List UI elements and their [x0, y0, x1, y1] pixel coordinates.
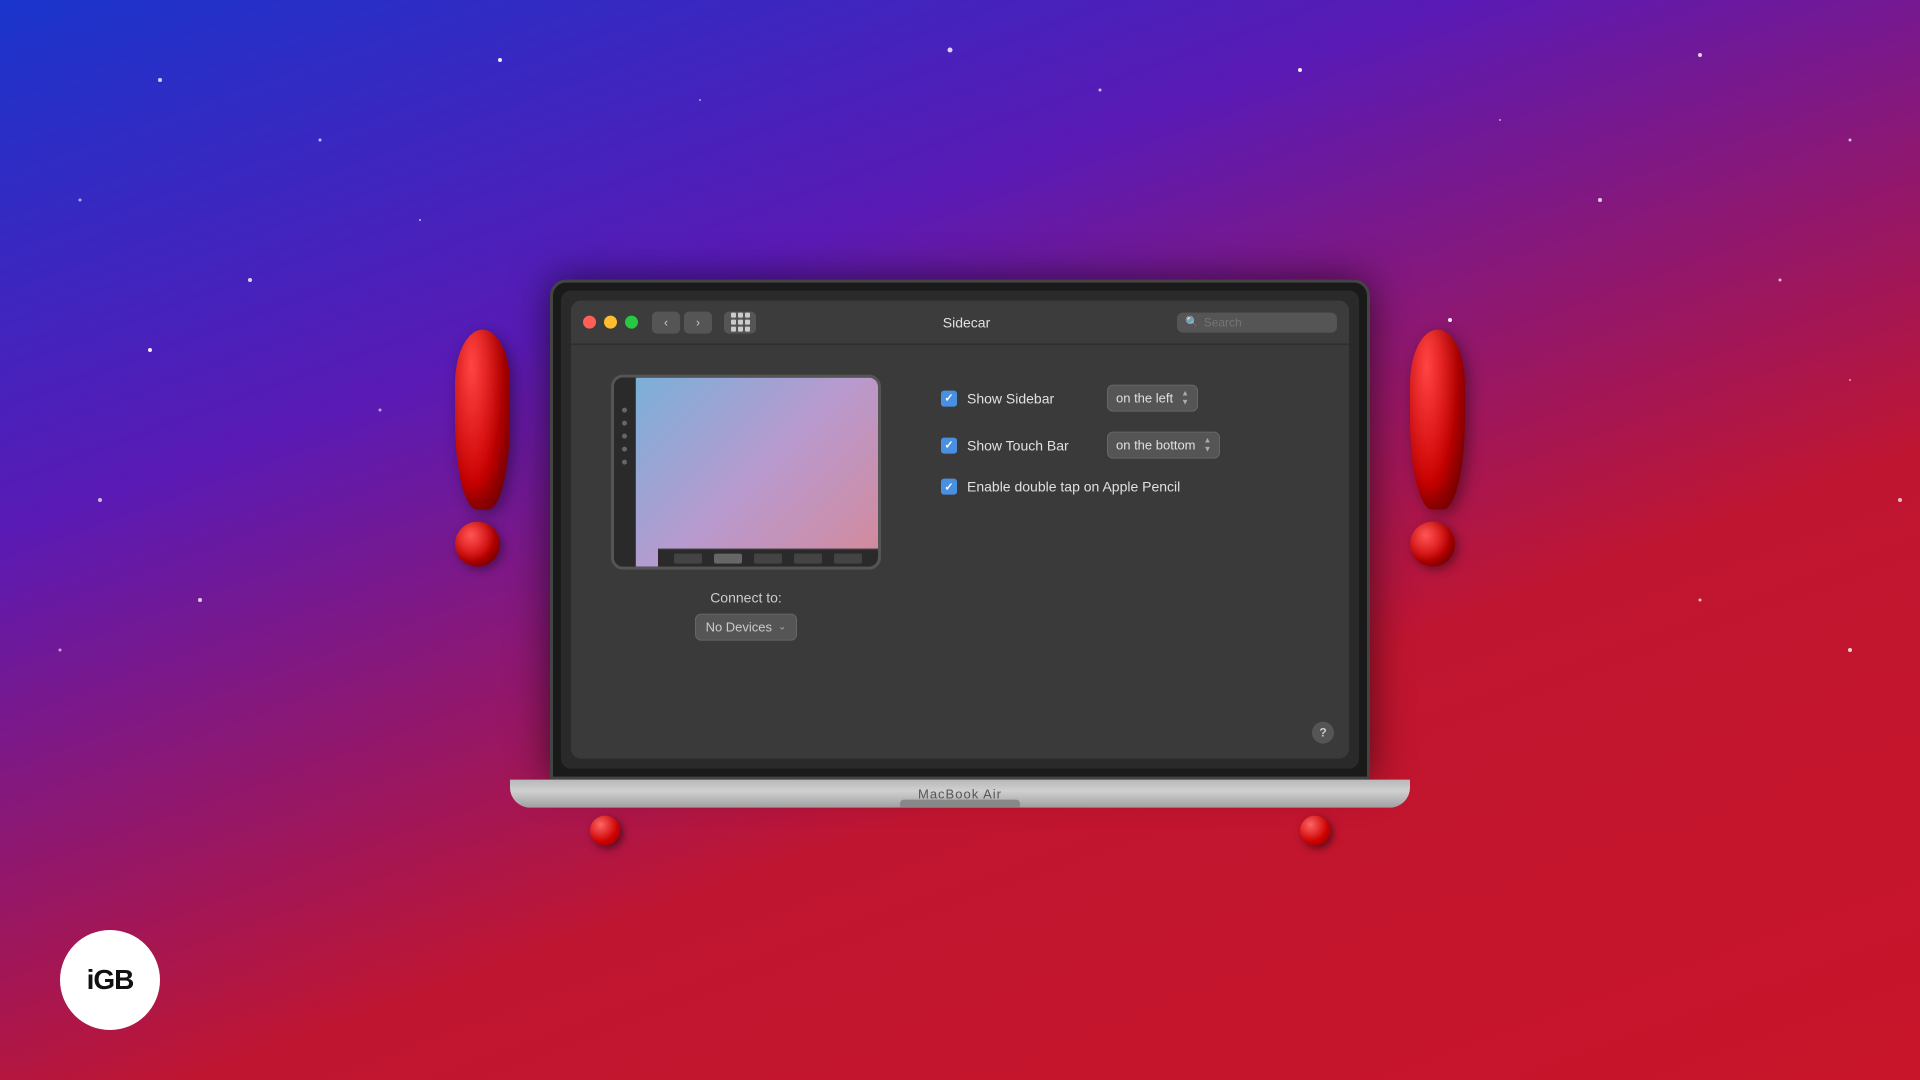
- dropdown-arrow-icon: ⌄: [778, 622, 786, 633]
- show-touchbar-label: Show Touch Bar: [967, 437, 1097, 453]
- sidebar-stepper: ▲ ▼: [1181, 390, 1189, 407]
- ipad-screen: [636, 378, 878, 567]
- show-sidebar-label: Show Sidebar: [967, 390, 1097, 406]
- search-input[interactable]: [1204, 315, 1329, 329]
- sidebar-position-select[interactable]: on the left ▲ ▼: [1107, 385, 1198, 412]
- ipad-frame: [611, 375, 881, 570]
- sidebar-position-value: on the left: [1116, 391, 1173, 406]
- red-ball-right: [1300, 816, 1330, 846]
- exclamation-left: [455, 330, 510, 572]
- checkmark-icon: ✓: [944, 392, 953, 405]
- checkmark-icon: ✓: [944, 439, 953, 452]
- stepper-up-icon: ▲: [1204, 437, 1212, 445]
- stepper-down-icon: ▼: [1181, 399, 1189, 407]
- search-icon: 🔍: [1185, 316, 1199, 329]
- forward-button[interactable]: ›: [684, 311, 712, 333]
- bottom-balls: [510, 816, 1410, 846]
- macbook-base: MacBook Air: [510, 780, 1410, 808]
- macbook-screen-inner: ‹ ›: [561, 291, 1359, 769]
- touchbar-position-select[interactable]: on the bottom ▲ ▼: [1107, 432, 1220, 459]
- apple-pencil-label: Enable double tap on Apple Pencil: [967, 479, 1180, 495]
- igb-text: iGB: [87, 964, 134, 996]
- touchbar-stepper: ▲ ▼: [1204, 437, 1212, 454]
- show-sidebar-row: ✓ Show Sidebar on the left ▲ ▼: [941, 385, 1220, 412]
- touch-bar-item: [754, 553, 782, 563]
- maximize-button[interactable]: [625, 316, 638, 329]
- show-sidebar-checkbox[interactable]: ✓: [941, 390, 957, 406]
- back-button[interactable]: ‹: [652, 311, 680, 333]
- sidecar-window: ‹ ›: [571, 301, 1349, 759]
- help-button[interactable]: ?: [1312, 722, 1334, 744]
- titlebar: ‹ ›: [571, 301, 1349, 345]
- stepper-up-icon: ▲: [1181, 390, 1189, 398]
- igb-logo: iGB: [60, 930, 160, 1030]
- content-area: Connect to: No Devices ⌄ ✓: [571, 345, 1349, 759]
- connect-label: Connect to:: [695, 590, 798, 606]
- show-touchbar-row: ✓ Show Touch Bar on the bottom ▲ ▼: [941, 432, 1220, 459]
- touch-bar-item: [714, 553, 742, 563]
- sidebar-dot: [622, 408, 627, 413]
- search-bar[interactable]: 🔍: [1177, 312, 1337, 332]
- macbook-screen: ‹ ›: [550, 280, 1370, 780]
- ipad-preview-section: Connect to: No Devices ⌄: [611, 375, 881, 729]
- touchbar-position-value: on the bottom: [1116, 438, 1196, 453]
- touch-bar-item: [834, 553, 862, 563]
- settings-panel: ✓ Show Sidebar on the left ▲ ▼: [941, 375, 1220, 729]
- touch-bar-item: [674, 553, 702, 563]
- sidebar-dot: [622, 421, 627, 426]
- no-devices-dropdown[interactable]: No Devices ⌄: [695, 614, 798, 641]
- grid-icon: [731, 313, 750, 332]
- touch-bar-item: [794, 553, 822, 563]
- minimize-button[interactable]: [604, 316, 617, 329]
- apple-pencil-checkbox[interactable]: ✓: [941, 479, 957, 495]
- sidebar-dot: [622, 447, 627, 452]
- red-ball-left: [590, 816, 620, 846]
- grid-button[interactable]: [724, 311, 756, 333]
- macbook-notch: [900, 800, 1020, 808]
- ipad-sidebar: [614, 378, 636, 567]
- window-title: Sidecar: [764, 314, 1169, 330]
- sidebar-dot: [622, 434, 627, 439]
- nav-buttons: ‹ ›: [652, 311, 712, 333]
- connect-section: Connect to: No Devices ⌄: [695, 590, 798, 641]
- exclamation-right: [1410, 330, 1465, 572]
- close-button[interactable]: [583, 316, 596, 329]
- stepper-down-icon: ▼: [1204, 446, 1212, 454]
- checkmark-icon: ✓: [944, 480, 953, 493]
- no-devices-text: No Devices: [706, 620, 772, 635]
- apple-pencil-row: ✓ Enable double tap on Apple Pencil: [941, 479, 1220, 495]
- ipad-touch-bar: [658, 549, 878, 567]
- macbook-wrapper: ‹ ›: [510, 280, 1410, 846]
- show-touchbar-checkbox[interactable]: ✓: [941, 437, 957, 453]
- sidebar-dot: [622, 460, 627, 465]
